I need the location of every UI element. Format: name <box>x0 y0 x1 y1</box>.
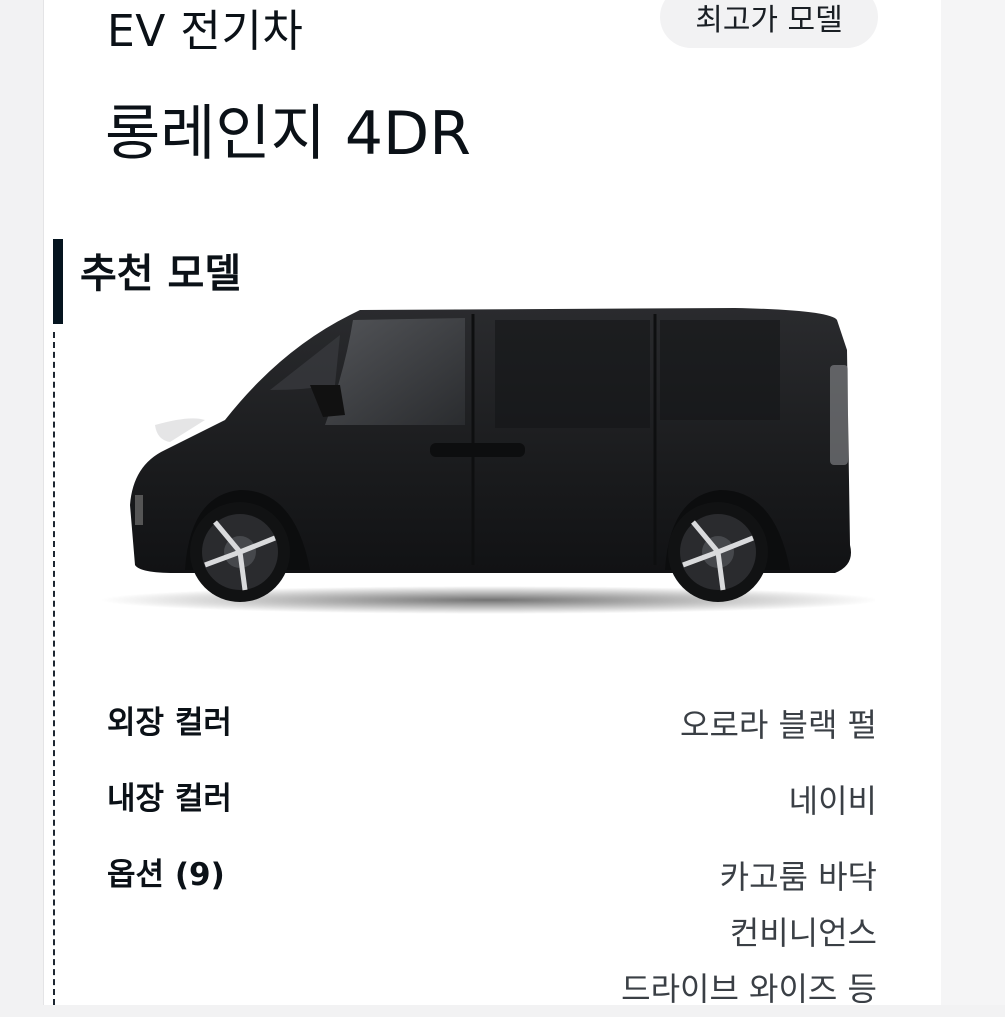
spec-label: 옵션 (9) <box>107 857 225 893</box>
section-accent-bar <box>53 239 63 324</box>
spec-value: 오로라 블랙 펄 <box>680 706 877 744</box>
scroll-gutter <box>941 0 1005 1005</box>
model-name: 롱레인지 4DR <box>105 99 471 169</box>
spec-value: 네이비 <box>788 782 877 820</box>
spec-value: 카고룸 바닥 <box>719 858 877 896</box>
van-side-view-image <box>100 308 875 614</box>
spec-values: 카고룸 바닥 컨비니언스 드라이브 와이즈 등 <box>621 849 877 1017</box>
spec-value: 드라이브 와이즈 등 <box>621 970 877 1008</box>
spec-label: 내장 컬러 <box>107 781 232 817</box>
spec-values: 오로라 블랙 펄 <box>680 697 877 753</box>
top-price-model-button[interactable]: 최고가 모델 <box>660 0 878 48</box>
spec-label: 외장 컬러 <box>107 705 232 741</box>
vehicle-category: EV 전기차 <box>107 6 304 57</box>
spec-values: 네이비 <box>789 773 877 829</box>
timeline-dashed-line <box>53 332 55 1005</box>
spec-value: 컨비니언스 <box>729 914 877 952</box>
